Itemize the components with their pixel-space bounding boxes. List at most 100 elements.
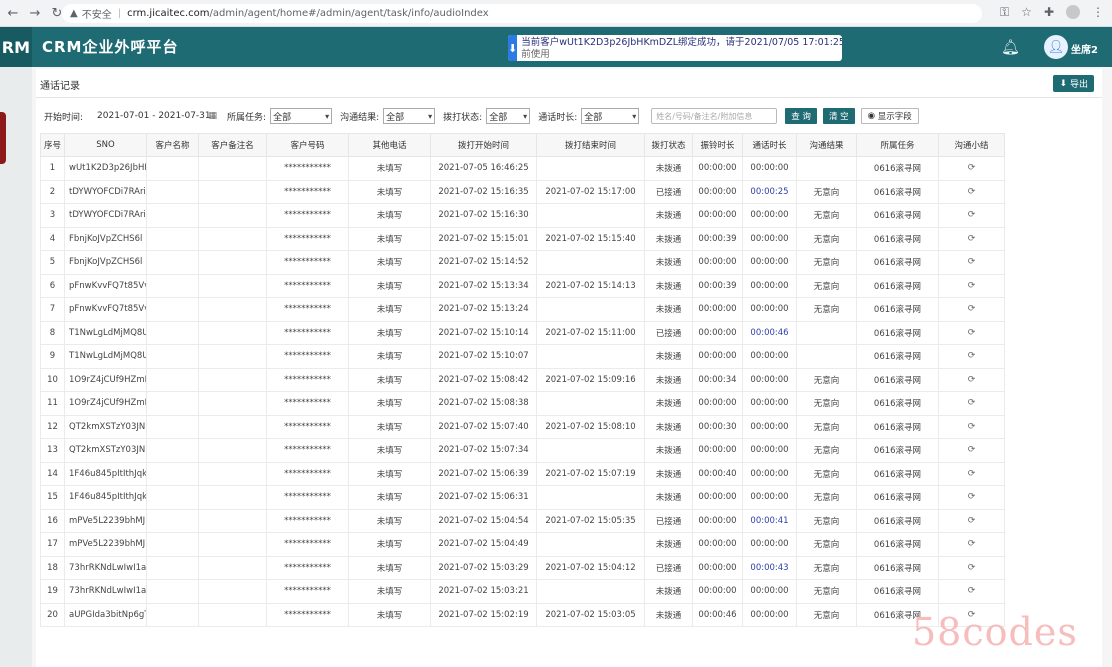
sno-cell: QT2kmXSTzY03JN: [64, 414, 147, 439]
table-row[interactable]: 8 T1NwLgLdMjMQ8U *********** 未填写 2021-07-02 …: [40, 320, 1005, 345]
filter-bar: 开始时间: 2021-07-01 - 2021-07-31 ▦ 所属任务: 全部…: [44, 107, 925, 125]
forward-icon[interactable]: →: [26, 4, 44, 22]
result-cell: 无意向: [796, 250, 857, 275]
table-row[interactable]: 2 tDYWYOFCDi7RAri *********** 未填写 2021-07-02…: [40, 179, 1005, 204]
dial-status-cell: 未拨通: [644, 297, 693, 322]
edit-summary-icon[interactable]: ⟳: [968, 539, 976, 549]
table-row[interactable]: 4 FbnjKoJVpZCHS6l *********** 未填写 2021-07-02…: [40, 226, 1005, 251]
table-row[interactable]: 5 FbnjKoJVpZCHS6l *********** 未填写 2021-07-02…: [40, 250, 1005, 275]
show-fields-button[interactable]: ◉ 显示字段: [860, 108, 919, 124]
task-select[interactable]: 全部 ▾: [270, 108, 333, 124]
star-icon[interactable]: ☆: [1021, 5, 1032, 20]
edit-summary-icon[interactable]: ⟳: [968, 375, 976, 385]
column-header: 序号: [40, 133, 65, 157]
edit-summary-icon[interactable]: ⟳: [968, 281, 976, 291]
table-row[interactable]: 16 mPVe5L2239bhMJi *********** 未填写 2021-07-0…: [40, 508, 1005, 533]
table-row[interactable]: 10 1O9rZ4jCUf9HZmE *********** 未填写 2021-07-0…: [40, 367, 1005, 392]
edit-summary-icon[interactable]: ⟳: [968, 445, 976, 455]
task-cell: 0616滚寻网: [856, 320, 939, 345]
address-bar[interactable]: ▲ 不安全 | crm.jicaitec.com /admin/agent/ho…: [62, 4, 982, 23]
table-row[interactable]: 14 1F46u845pItIthJqk *********** 未填写 2021-07…: [40, 461, 1005, 486]
menu-icon[interactable]: ⋮: [1092, 5, 1104, 20]
date-range-picker[interactable]: 2021-07-01 - 2021-07-31 ▦: [87, 108, 219, 124]
key-icon[interactable]: ⚿: [1000, 5, 1009, 20]
table-row[interactable]: 7 pFnwKvvFQ7t85Vv *********** 未填写 2021-07-02…: [40, 297, 1005, 322]
customer-name-cell: [146, 579, 199, 604]
table-row[interactable]: 3 tDYWYOFCDi7RAri *********** 未填写 2021-07-02…: [40, 203, 1005, 228]
table-row[interactable]: 18 73hrRKNdLwIwI1a *********** 未填写 2021-07-0…: [40, 555, 1005, 580]
row-number: 17: [40, 532, 65, 557]
customer-remark-cell: [198, 297, 267, 322]
row-number: 16: [40, 508, 65, 533]
column-header: 拨打结束时间: [536, 133, 645, 157]
table-row[interactable]: 6 pFnwKvvFQ7t85Vv *********** 未填写 2021-07-02…: [40, 273, 1005, 298]
customer-phone-cell: ***********: [266, 438, 349, 463]
ring-duration-cell: 00:00:00: [692, 391, 743, 416]
dial-status-cell: 未拨通: [644, 273, 693, 298]
edit-summary-icon[interactable]: ⟳: [968, 210, 976, 220]
end-time-cell: [536, 532, 645, 557]
user-name[interactable]: 坐席2: [1071, 41, 1098, 56]
query-button[interactable]: 查 询: [785, 108, 817, 124]
table-row[interactable]: 19 73hrRKNdLwIwI1a *********** 未填写 2021-07-0…: [40, 579, 1005, 604]
user-avatar-icon[interactable]: 👤︎: [1044, 35, 1068, 59]
table-row[interactable]: 20 aUPGIda3bitNp6gT *********** 未填写 2021-07-…: [40, 602, 1005, 627]
table-row[interactable]: 13 QT2kmXSTzY03JN *********** 未填写 2021-07-02…: [40, 438, 1005, 463]
task-cell: 0616滚寻网: [856, 297, 939, 322]
extension-icon[interactable]: ✚: [1044, 5, 1054, 20]
result-select[interactable]: 全部 ▾: [383, 108, 436, 124]
start-time-cell: 2021-07-02 15:03:21: [430, 579, 537, 604]
divider: [36, 97, 1102, 98]
back-icon[interactable]: ←: [4, 4, 22, 22]
start-time-cell: 2021-07-02 15:04:54: [430, 508, 537, 533]
edit-summary-icon[interactable]: ⟳: [968, 469, 976, 479]
edit-summary-icon[interactable]: ⟳: [968, 257, 976, 267]
table-row[interactable]: 11 1O9rZ4jCUf9HZmE *********** 未填写 2021-07-0…: [40, 391, 1005, 416]
duration-select[interactable]: 全部 ▾: [581, 108, 640, 124]
sno-cell: 1F46u845pItIthJqk: [64, 485, 147, 510]
dial-status-cell: 未拨通: [644, 461, 693, 486]
bell-icon[interactable]: 🔔︎: [1001, 38, 1020, 56]
customer-remark-cell: [198, 156, 267, 181]
other-phone-cell: 未填写: [348, 203, 431, 228]
end-time-cell: 2021-07-02 15:14:13: [536, 273, 645, 298]
edit-summary-icon[interactable]: ⟳: [968, 422, 976, 432]
dial-status-select[interactable]: 全部 ▾: [486, 108, 531, 124]
table-row[interactable]: 9 T1NwLgLdMjMQ8U *********** 未填写 2021-07-02 …: [40, 344, 1005, 369]
edit-summary-icon[interactable]: ⟳: [968, 516, 976, 526]
end-time-cell: [536, 156, 645, 181]
calendar-icon[interactable]: ▦: [209, 111, 218, 121]
start-time-cell: 2021-07-02 15:02:19: [430, 602, 537, 627]
edit-summary-icon[interactable]: ⟳: [968, 234, 976, 244]
start-time-cell: 2021-07-02 15:03:29: [430, 555, 537, 580]
table-row[interactable]: 15 1F46u845pItIthJqk *********** 未填写 2021-07…: [40, 485, 1005, 510]
other-phone-cell: 未填写: [348, 461, 431, 486]
table-row[interactable]: 1 wUt1K2D3p26JbHI *********** 未填写 2021-07-05…: [40, 156, 1005, 181]
profile-icon[interactable]: [1066, 5, 1080, 19]
notice-line-2: 前使用: [521, 49, 550, 60]
table-row[interactable]: 17 mPVe5L2239bhMJi *********** 未填写 2021-07-0…: [40, 532, 1005, 557]
end-time-cell: 2021-07-02 15:11:00: [536, 320, 645, 345]
customer-remark-cell: [198, 226, 267, 251]
export-button[interactable]: ⬇ 导出: [1053, 75, 1094, 92]
edit-summary-icon[interactable]: ⟳: [968, 187, 976, 197]
edit-summary-icon[interactable]: ⟳: [968, 398, 976, 408]
edit-summary-icon[interactable]: ⟳: [968, 586, 976, 596]
ring-duration-cell: 00:00:00: [692, 579, 743, 604]
task-cell: 0616滚寻网: [856, 156, 939, 181]
task-cell: 0616滚寻网: [856, 579, 939, 604]
edit-summary-icon[interactable]: ⟳: [968, 351, 976, 361]
edit-summary-icon[interactable]: ⟳: [968, 563, 976, 573]
table-row[interactable]: 12 QT2kmXSTzY03JN *********** 未填写 2021-07-02…: [40, 414, 1005, 439]
edit-summary-icon[interactable]: ⟳: [968, 492, 976, 502]
summary-cell: ⟳: [938, 179, 1005, 204]
customer-remark-cell: [198, 508, 267, 533]
edit-summary-icon[interactable]: ⟳: [968, 328, 976, 338]
clear-button[interactable]: 清 空: [822, 108, 855, 124]
customer-remark-cell: [198, 532, 267, 557]
summary-cell: ⟳: [938, 414, 1005, 439]
search-input[interactable]: 姓名/号码/备注名/附加信息: [651, 108, 778, 124]
sno-cell: T1NwLgLdMjMQ8U: [64, 320, 147, 345]
edit-summary-icon[interactable]: ⟳: [968, 163, 976, 173]
edit-summary-icon[interactable]: ⟳: [968, 304, 976, 314]
